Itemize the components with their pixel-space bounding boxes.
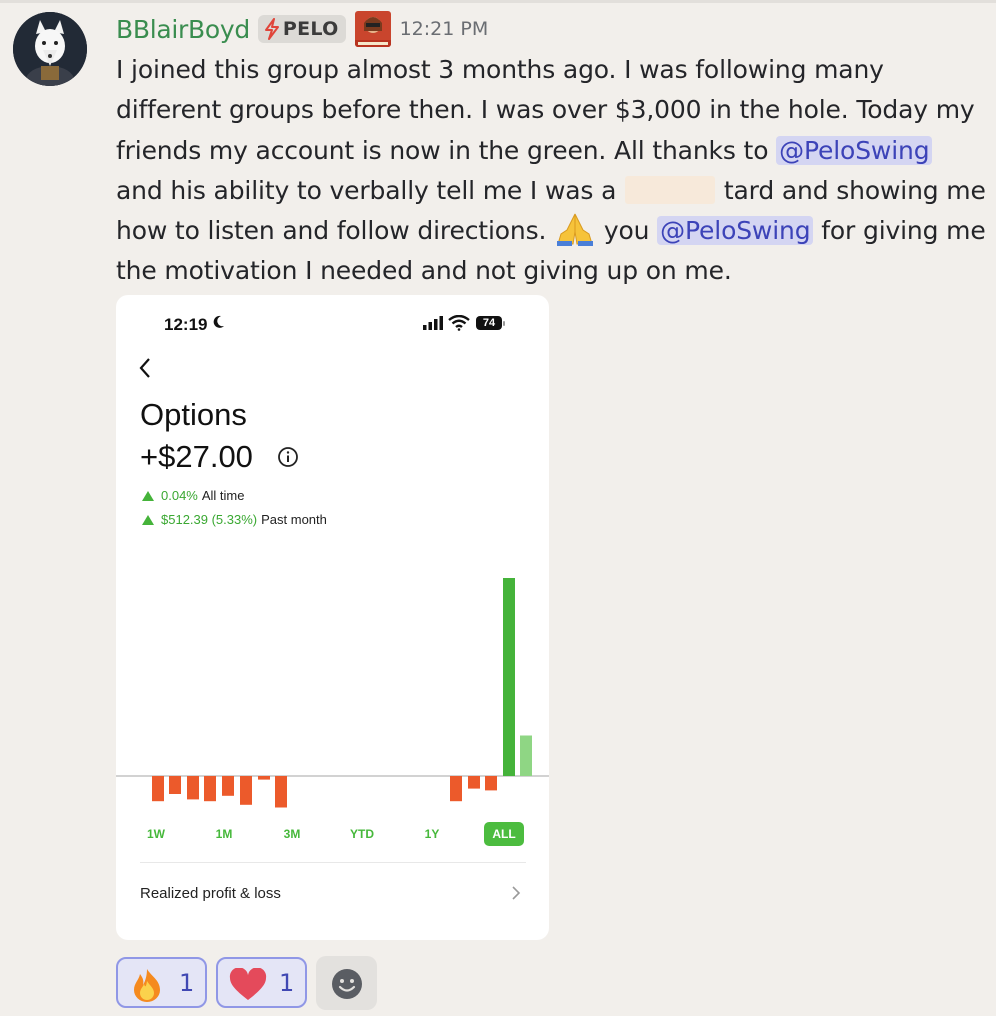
reaction-heart[interactable]: 1 [216,957,307,1008]
add-reaction-smiley-icon [332,969,362,999]
chart-bar [520,735,532,776]
range-option-1w[interactable]: 1W [138,822,174,846]
battery-icon: 74 [476,316,505,330]
reaction-count: 1 [279,969,295,997]
chart-bar [485,776,497,791]
chart-bar [240,776,252,805]
stat-past-month: $512.39 (5.33%) Past month [142,512,327,527]
user-mention[interactable]: @PeloSwing [657,216,814,246]
chart-bar [503,578,515,776]
range-option-3m[interactable]: 3M [274,822,310,846]
role-tag[interactable]: PELO [257,15,346,43]
back-chevron-icon[interactable] [138,357,152,384]
divider [140,862,526,863]
chevron-right-icon[interactable] [511,885,521,906]
wifi-icon [448,315,470,331]
message-timestamp: 12:21 PM [399,18,489,40]
message-content: I joined this group almost 3 months ago.… [116,50,986,292]
user-mention[interactable]: @PeloSwing [776,135,933,165]
message-text: and his ability to verbally tell me I wa… [116,175,625,205]
range-option-1y[interactable]: 1Y [414,822,450,846]
range-selector: 1W 1M 3M YTD 1Y ALL [138,822,528,848]
chart-bar [468,776,480,789]
peloswing-badge-icon [354,11,391,47]
up-triangle-icon [142,514,154,525]
signal-icon [423,316,443,330]
stat-past-month-label: Past month [261,512,327,527]
message-header: BBlairBoyd PELO 12:21 PM [116,11,489,47]
moon-icon [213,315,225,334]
chart-bar [187,776,199,800]
chart-bar [169,776,181,794]
author-name[interactable]: BBlairBoyd [116,15,250,44]
status-bar-right: 74 [422,315,505,331]
pnl-bar-chart[interactable] [116,565,549,815]
redacted-word [625,175,716,204]
user-avatar[interactable] [13,12,87,86]
add-reaction-button[interactable] [316,956,377,1010]
chart-bar [152,776,164,802]
info-icon[interactable] [277,446,299,473]
range-option-ytd[interactable]: YTD [344,822,380,846]
page-title: Options [140,397,247,432]
reaction-fire[interactable]: 1 [116,957,207,1008]
chart-bar [204,776,216,802]
chart-bar [450,776,462,802]
reactions-bar: 1 1 [116,956,377,1010]
chart-bar [275,776,287,808]
stat-past-month-value: $512.39 (5.33%) [161,512,258,527]
stat-all-time-value: 0.04% [161,488,198,503]
options-value: +$27.00 [140,439,253,474]
fire-emoji-icon [129,968,165,1006]
image-attachment[interactable]: 12:19 74 Options +$27.00 0.04% All time … [116,295,549,940]
chart-bar [222,776,234,796]
status-bar-time: 12:19 [164,315,208,334]
top-divider [0,0,996,3]
reaction-count: 1 [179,969,195,997]
chart-bar [258,776,270,780]
lightning-icon [264,18,279,40]
stat-all-time: 0.04% All time [142,488,245,503]
range-option-all[interactable]: ALL [484,822,524,846]
role-tag-label: PELO [282,18,339,40]
up-triangle-icon [142,490,154,501]
battery-level: 74 [476,316,502,330]
folded-hands-icon [554,212,596,247]
range-option-1m[interactable]: 1M [206,822,242,846]
realized-pnl-link[interactable]: Realized profit & loss [140,885,281,902]
stat-all-time-label: All time [201,488,245,503]
heart-emoji-icon [229,967,267,1006]
message-text: you [596,216,658,246]
